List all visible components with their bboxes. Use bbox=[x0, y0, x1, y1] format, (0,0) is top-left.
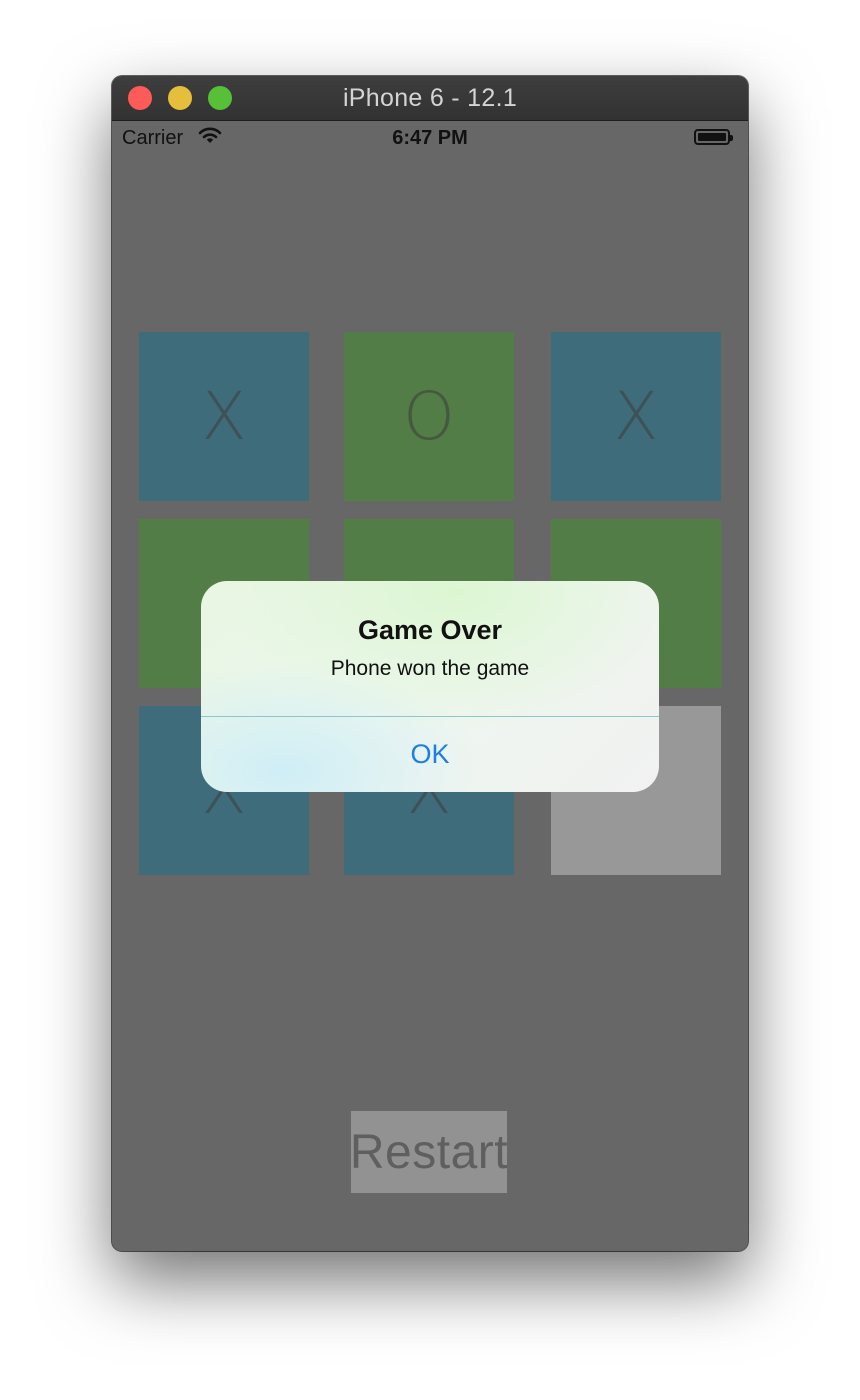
alert-title: Game Over bbox=[357, 615, 503, 645]
board-cell[interactable]: X bbox=[139, 332, 309, 501]
status-bar: Carrier 6:47 PM bbox=[112, 121, 748, 155]
game-over-alert: Game Over Phone won the game OK bbox=[201, 581, 659, 792]
board-cell[interactable]: X bbox=[551, 332, 721, 501]
battery-icon bbox=[694, 129, 733, 145]
alert-message: Phone won the game bbox=[330, 657, 530, 680]
title-bar: iPhone 6 - 12.1 bbox=[112, 76, 748, 121]
window-title: iPhone 6 - 12.1 bbox=[342, 84, 518, 112]
simulator-window: iPhone 6 - 12.1 Carrier 6:47 PM XOXXX Re… bbox=[112, 76, 748, 1251]
restart-button[interactable]: Restart bbox=[350, 1111, 508, 1193]
board-cell[interactable]: O bbox=[344, 332, 514, 501]
alert-ok-button[interactable]: OK bbox=[201, 717, 659, 792]
device-screen: Carrier 6:47 PM XOXXX Restart Game Over … bbox=[112, 121, 748, 1251]
clock-label: 6:47 PM bbox=[392, 127, 468, 149]
